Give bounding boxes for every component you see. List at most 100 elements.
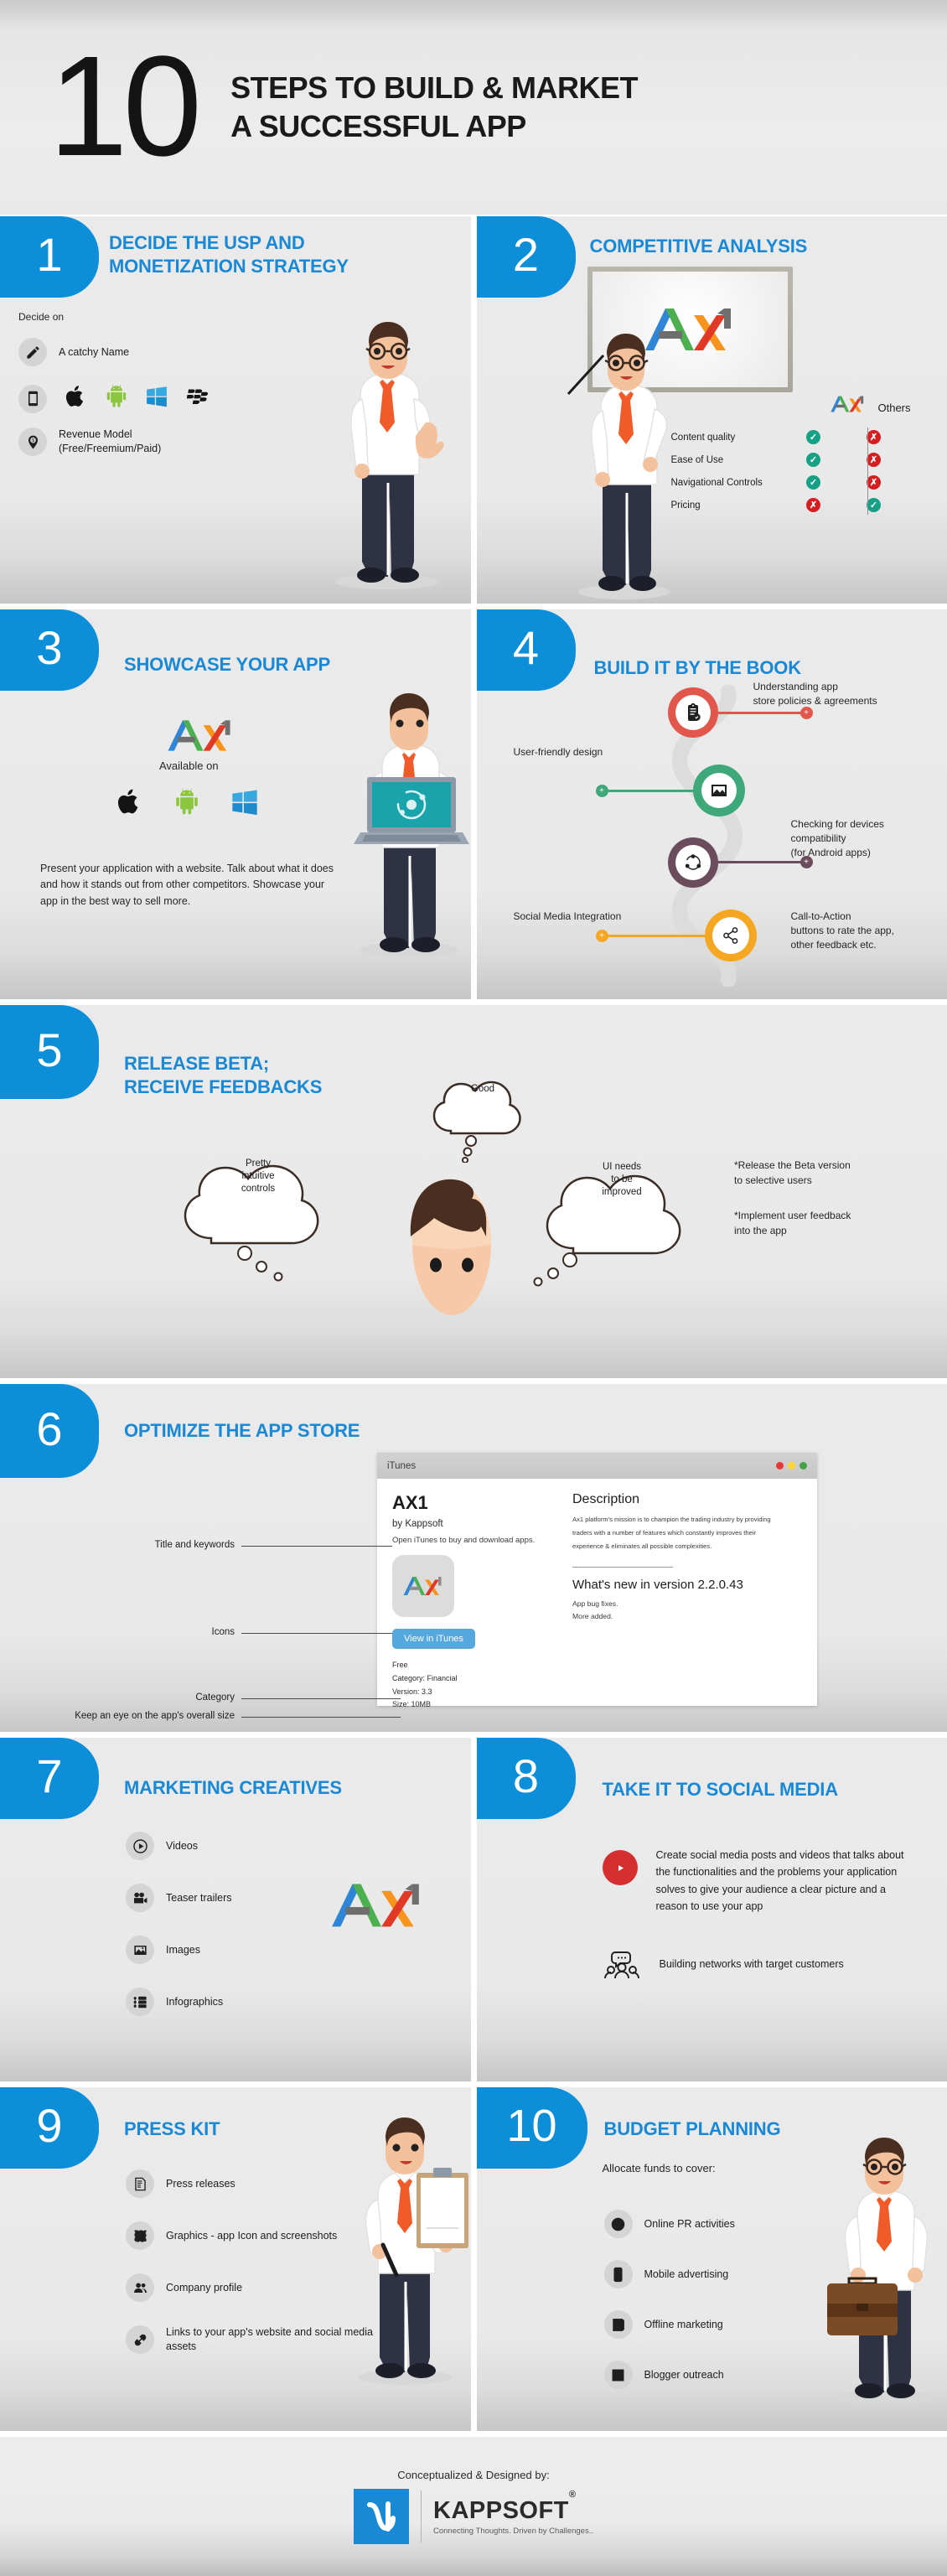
step-title-3: SHOWCASE YOUR APP: [124, 653, 330, 676]
step3-body: Present your application with a website.…: [40, 861, 334, 910]
page-header: 10 STEPS TO BUILD & MARKET A SUCCESSFUL …: [0, 0, 947, 216]
globe-icon: [604, 2210, 633, 2238]
status-badge-cross: ✗: [806, 498, 820, 512]
row-1: 1 DECIDE THE USP AND MONETIZATION STRATE…: [0, 216, 947, 609]
step4-label-userfriendly: User-friendly design: [514, 745, 690, 759]
itunes-app-title: AX1: [392, 1492, 547, 1514]
mobile-icon: [18, 385, 47, 413]
status-badge-cross: ✗: [867, 453, 881, 467]
android-icon: [174, 789, 199, 820]
connector-line: [601, 935, 706, 937]
annotation-category: Category: [67, 1692, 235, 1703]
status-badge-check: ✓: [867, 498, 881, 512]
comparison-table: Content quality ✓ ✗ Ease of Use ✓ ✗ Navi…: [671, 426, 939, 516]
itunes-window-title: iTunes: [387, 1461, 416, 1471]
step7-items: Videos Teaser trailers Images: [126, 1832, 232, 2016]
minimize-button[interactable]: [788, 1462, 795, 1469]
list-item: Offline marketing: [604, 2310, 735, 2339]
businessman-briefcase-illustration: [810, 2131, 947, 2408]
step-panel-2: 2 COMPETITIVE ANALYSIS: [477, 216, 947, 604]
step4-label-devices-line1: Checking for devices: [791, 817, 942, 832]
step-panel-3: 3 SHOWCASE YOUR APP Available on: [0, 609, 471, 999]
step-panel-8: 8 TAKE IT TO SOCIAL MEDIA Create social …: [477, 1738, 947, 2081]
people-icon: [126, 2273, 154, 2302]
maximize-button[interactable]: [800, 1462, 807, 1469]
status-badge-check: ✓: [806, 430, 820, 444]
thought-left-line3: controls: [208, 1183, 308, 1195]
connector-knob: +: [596, 785, 608, 797]
itunes-app-author: by Kappsoft: [392, 1519, 547, 1529]
step-title-8: TAKE IT TO SOCIAL MEDIA: [603, 1778, 838, 1801]
step4-label-policies: Understanding app store policies & agree…: [753, 680, 921, 708]
businessman-laptop-illustration: [337, 683, 471, 960]
leader-line: [241, 1717, 401, 1718]
connector-line: [601, 790, 695, 792]
step4-label-cta-line3: other feedback etc.: [791, 938, 946, 952]
itunes-window: iTunes AX1 by Kappsoft Open iTunes to bu…: [377, 1453, 817, 1706]
step-title-1: DECIDE THE USP AND MONETIZATION STRATEGY: [109, 231, 386, 277]
divider: [572, 1567, 673, 1568]
step1-intro: Decide on: [18, 310, 64, 324]
step-title-1-line2: MONETIZATION STRATEGY: [109, 255, 386, 278]
list-item: Teaser trailers: [126, 1884, 232, 1912]
step-panel-9: 9 PRESS KIT Press releases Graphics - ap…: [0, 2087, 471, 2431]
list-item: Online PR activities: [604, 2210, 735, 2238]
step8-item-label: Building networks with target customers: [660, 1957, 844, 1972]
thought-right-line1: UI needs: [570, 1161, 674, 1174]
app-icon: [392, 1555, 454, 1617]
windows-icon: [231, 789, 258, 820]
step-number-5: 5: [0, 1005, 99, 1099]
thought-top-text: Good: [442, 1083, 523, 1096]
annotation-app-size: Keep an eye on the app's overall size: [17, 1711, 235, 1721]
page-title-line2: A SUCCESSFUL APP: [230, 107, 638, 146]
step4-label-policies-line1: Understanding app: [753, 680, 921, 694]
thought-cloud-right: [526, 1133, 719, 1292]
step-number-3: 3: [0, 609, 99, 691]
list-item-label: Press releases: [166, 2177, 235, 2191]
windows-icon: [146, 386, 168, 412]
step-panel-4: 4 BUILD IT BY THE BOOK + Understanding a…: [477, 609, 947, 999]
list-item-label: Videos: [166, 1839, 198, 1853]
itunes-whatsnew-line2: More added.: [572, 1610, 802, 1623]
list-item: Videos: [126, 1832, 232, 1860]
row-4: 6 OPTIMIZE THE APP STORE iTunes AX1: [0, 1384, 947, 1738]
itunes-category: Category: Financial: [392, 1672, 547, 1686]
thought-left-text: Pretty intuitive controls: [208, 1158, 308, 1195]
step1-revenue-line1: Revenue Model: [59, 428, 132, 440]
table-row: Ease of Use ✓ ✗: [671, 448, 939, 471]
comparison-header-others: Others: [878, 402, 911, 414]
table-row: Pricing ✗ ✓: [671, 494, 939, 516]
step-title-5-line2: RECEIVE FEEDBACKS: [124, 1075, 322, 1099]
apple-icon: [65, 384, 87, 413]
step-title-5-line1: RELEASE BETA;: [124, 1052, 322, 1075]
table-row: Navigational Controls ✓ ✗: [671, 471, 939, 494]
step-panel-5: 5 RELEASE BETA; RECEIVE FEEDBACKS Good: [0, 1005, 947, 1378]
view-in-itunes-button[interactable]: View in iTunes: [392, 1629, 475, 1649]
footer-credit: Conceptualized & Designed by:: [397, 2469, 549, 2481]
blackberry-icon: [186, 386, 211, 412]
step-title-2: COMPETITIVE ANALYSIS: [590, 235, 808, 258]
image-icon: [709, 780, 729, 801]
step4-label-cta: Call-to-Action buttons to rate the app, …: [791, 910, 946, 952]
itunes-desc-line1: Ax1 platform's mission is to champion th…: [572, 1513, 802, 1526]
connector-knob: +: [800, 707, 813, 719]
step4-label-devices-line3: (for Android apps): [791, 846, 942, 860]
row-2: 3 SHOWCASE YOUR APP Available on: [0, 609, 947, 1005]
registered-mark: ®: [569, 2490, 577, 2500]
annotation-title-keywords: Title and keywords: [67, 1540, 235, 1550]
list-item: Blogger outreach: [604, 2361, 735, 2389]
businessman-clipboard-illustration: [339, 2111, 471, 2387]
close-button[interactable]: [776, 1462, 784, 1469]
step-number-4: 4: [477, 609, 576, 691]
mobile-icon: [604, 2260, 633, 2288]
step-title-9: PRESS KIT: [124, 2117, 220, 2141]
revenue-pin-icon: $: [18, 428, 47, 456]
page-title-line1: STEPS TO BUILD & MARKET: [230, 69, 638, 107]
itunes-description-body: Ax1 platform's mission is to champion th…: [572, 1513, 802, 1553]
thought-left-line1: Pretty: [208, 1158, 308, 1170]
itunes-size: Size: 10MB: [392, 1698, 547, 1712]
list-item-label: Images: [166, 1943, 200, 1957]
leader-line: [241, 1698, 401, 1699]
list-item-label: Blogger outreach: [644, 2368, 724, 2382]
thought-left-line2: intuitive: [208, 1170, 308, 1183]
